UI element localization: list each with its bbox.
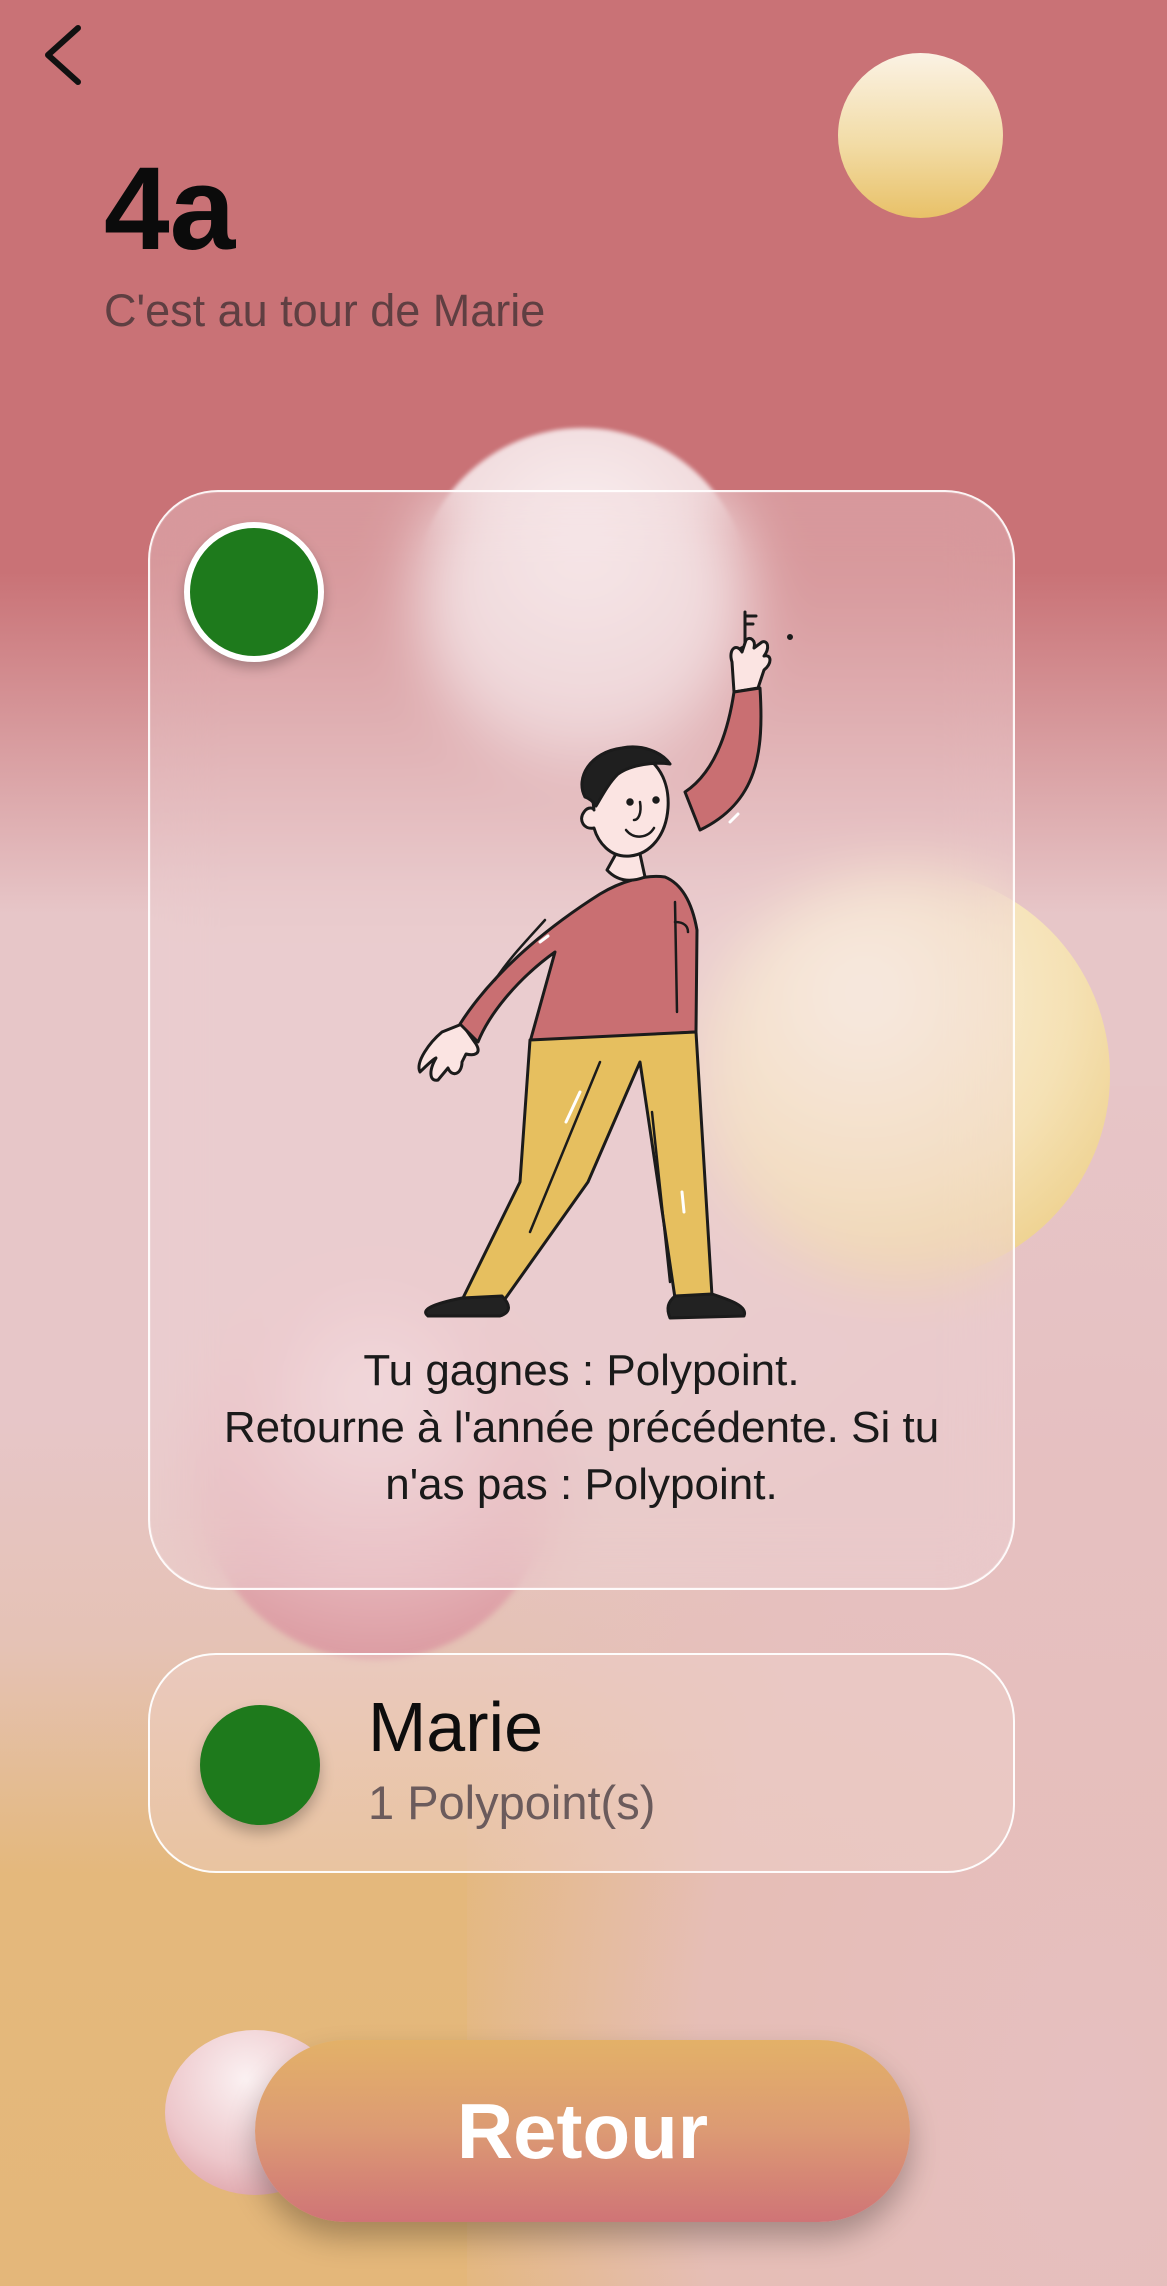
event-card: Tu gagnes : Polypoint. Retourne à l'anné… <box>148 490 1015 1590</box>
back-button[interactable] <box>38 22 88 88</box>
retour-button[interactable]: Retour <box>255 2040 910 2222</box>
card-color-dot <box>184 522 324 662</box>
chevron-left-icon <box>45 25 81 85</box>
card-text-line: Tu gagnes : Polypoint. <box>363 1346 800 1395</box>
player-card: Marie 1 Polypoint(s) <box>148 1653 1015 1873</box>
page-title: 4a <box>104 143 236 275</box>
card-text-line: n'as pas : Polypoint. <box>385 1460 778 1509</box>
man-holding-key-illustration <box>417 610 793 1320</box>
decor-bubble-yellow <box>838 53 1003 218</box>
player-name: Marie <box>368 1688 544 1766</box>
card-instructions: Tu gagnes : Polypoint. Retourne à l'anné… <box>150 1342 1013 1513</box>
card-text-line: Retourne à l'année précédente. Si tu <box>223 1403 940 1452</box>
player-color-dot <box>200 1705 320 1825</box>
player-points: 1 Polypoint(s) <box>368 1776 656 1829</box>
turn-subtitle: C'est au tour de Marie <box>104 285 546 336</box>
